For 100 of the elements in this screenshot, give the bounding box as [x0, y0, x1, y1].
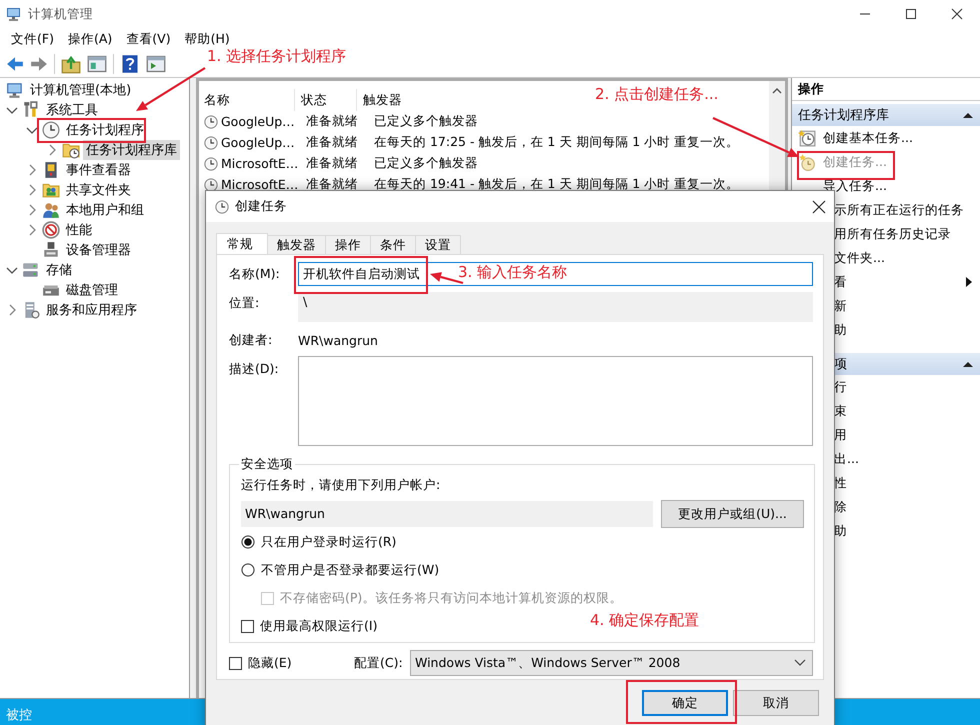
option-label: 不管用户是否登录都要运行(W) — [261, 562, 440, 578]
section-header[interactable]: 任务计划程序库 — [792, 104, 980, 126]
tree-item[interactable]: 任务计划程序 — [63, 120, 147, 140]
tools-icon — [22, 101, 40, 119]
action-item[interactable]: 助 — [834, 522, 974, 540]
action-item[interactable]: 用 — [834, 426, 974, 444]
close-icon[interactable] — [951, 8, 963, 20]
tree-item[interactable]: 设备管理器 — [63, 240, 134, 260]
dropdown-value: Windows Vista™、Windows Server™ 2008 — [415, 654, 682, 672]
tree-item[interactable]: 本地用户和组 — [63, 200, 147, 220]
action-item[interactable]: 示所有正在运行的任务 — [834, 202, 974, 218]
action-pane-icon[interactable] — [146, 54, 166, 74]
column-header[interactable]: 触发器 — [357, 89, 412, 111]
clock-icon — [42, 121, 60, 139]
tree-item[interactable]: 服务和应用程序 — [43, 300, 140, 320]
author-value: WR\wangrun — [298, 333, 378, 348]
annotation-text: 4. 确定保存配置 — [590, 611, 700, 629]
section-header[interactable]: 项 — [834, 353, 980, 375]
radio-button[interactable] — [241, 535, 255, 549]
tree-item[interactable]: 系统工具 — [43, 100, 101, 120]
action-item[interactable]: 看 — [834, 274, 964, 290]
field-label: 创建者: — [229, 332, 274, 349]
gauge-icon — [42, 221, 60, 239]
location-value: \ — [303, 294, 308, 309]
clock-icon — [204, 156, 218, 170]
table-cell: GoogleUp… — [221, 114, 295, 129]
menu-item[interactable]: 操作(A) — [60, 28, 120, 50]
tree-item[interactable]: 性能 — [63, 220, 95, 240]
action-item[interactable]: 助 — [834, 322, 974, 338]
radio-button[interactable] — [241, 563, 255, 577]
users-icon — [42, 201, 60, 219]
column-header[interactable]: 状态 — [295, 89, 357, 111]
tab[interactable]: 触发器 — [267, 235, 326, 254]
forward-arrow-icon[interactable] — [30, 54, 48, 72]
table-cell: MicrosoftE… — [221, 177, 298, 192]
shared-folder-icon — [42, 181, 60, 199]
back-arrow-icon[interactable] — [6, 54, 24, 72]
tree-item[interactable]: 事件查看器 — [63, 160, 134, 180]
field-label: 位置: — [229, 294, 260, 312]
collapse-icon[interactable] — [962, 110, 974, 120]
menu-item[interactable]: 帮助(H) — [178, 28, 237, 50]
table-cell: GoogleUp… — [221, 135, 295, 150]
field-label: 名称(M): — [229, 266, 281, 282]
tree-item[interactable]: 计算机管理(本地) — [27, 80, 134, 100]
tree-item[interactable]: 共享文件夹 — [63, 180, 134, 200]
table-cell-text: 在每天的 19:41 - 触发后，在 1 天 期间每隔 1 小时 重复一次。 — [373, 176, 740, 193]
config-dropdown[interactable]: Windows Vista™、Windows Server™ 2008 — [410, 650, 813, 676]
clock-icon — [204, 114, 218, 128]
dialog-title: 创建任务 — [235, 198, 288, 215]
field-label: 配置(C): — [354, 654, 403, 672]
table-cell-text: 已定义多个触发器 — [373, 155, 479, 172]
tree-item[interactable]: 磁盘管理 — [63, 280, 121, 300]
submenu-arrow-icon[interactable] — [964, 276, 974, 288]
device-icon — [42, 241, 60, 259]
field-label: 描述(D): — [229, 360, 280, 378]
close-icon[interactable] — [812, 200, 826, 214]
column-header[interactable]: 名称 — [199, 89, 295, 111]
action-item[interactable]: 出... — [834, 450, 974, 468]
tab[interactable]: 设置 — [415, 235, 461, 254]
menu-item[interactable]: 文件(F) — [4, 28, 61, 50]
action-item[interactable]: 新 — [834, 298, 974, 314]
section-title: 项 — [834, 356, 848, 373]
tab[interactable]: 常规 — [216, 233, 268, 254]
section-title: 任务计划程序库 — [798, 107, 890, 124]
pane-title: 操作 — [792, 78, 980, 101]
table-cell-text: 准备就绪 — [305, 113, 359, 130]
table-cell: MicrosoftE… — [221, 156, 298, 171]
ok-button[interactable]: 确定 — [642, 690, 728, 716]
collapse-icon[interactable] — [962, 359, 974, 369]
up-folder-icon[interactable] — [61, 54, 81, 74]
clock-icon — [215, 200, 229, 214]
action-item[interactable]: 性 — [834, 474, 974, 492]
action-item[interactable]: 行 — [834, 378, 974, 396]
tab[interactable]: 操作 — [325, 235, 371, 254]
folder-clock-icon — [62, 141, 80, 159]
option-label: 隐藏(E) — [248, 654, 293, 672]
tab[interactable]: 条件 — [370, 235, 416, 254]
account-field: WR\wangrun — [241, 501, 653, 527]
action-item[interactable]: 创建基本任务... — [823, 130, 974, 146]
menu-item[interactable]: 查看(V) — [119, 28, 178, 50]
annotation-arrow — [136, 67, 206, 111]
action-item[interactable]: 文件夹... — [834, 250, 974, 266]
description-field[interactable] — [298, 356, 813, 446]
clock-icon — [204, 136, 218, 150]
help-icon[interactable] — [120, 54, 140, 74]
tree-pane-icon[interactable] — [87, 54, 107, 74]
action-item[interactable]: 束 — [834, 402, 974, 420]
computer-icon — [6, 6, 22, 22]
checkbox[interactable] — [241, 620, 254, 632]
change-user-button[interactable]: 更改用户或组(U)... — [661, 500, 804, 528]
option-label: 使用最高权限运行(I) — [260, 618, 378, 634]
cancel-button[interactable]: 取消 — [733, 690, 819, 716]
tree-item[interactable]: 存储 — [43, 260, 75, 280]
action-item[interactable]: 用所有任务历史记录 — [834, 226, 974, 242]
option-label: 不存储密码(P)。该任务将只有访问本地计算机资源的权限。 — [280, 590, 622, 606]
maximize-icon[interactable] — [905, 7, 917, 21]
checkbox[interactable] — [229, 656, 242, 670]
tree-item[interactable]: 任务计划程序库 — [83, 140, 180, 160]
option-label: 只在用户登录时运行(R) — [261, 534, 396, 550]
group-title: 安全选项 — [240, 456, 294, 473]
